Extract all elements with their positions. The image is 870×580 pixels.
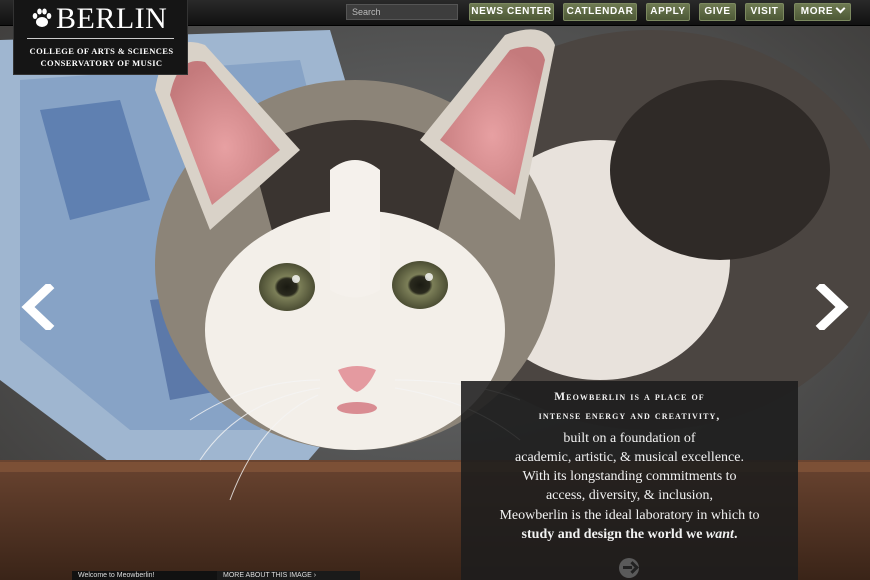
nav-visit-button[interactable]: VISIT bbox=[745, 3, 784, 21]
more-about-image-link[interactable]: MORE ABOUT THIS IMAGE › bbox=[217, 571, 360, 580]
logo-subtitle-1: COLLEGE OF ARTS & SCIENCES bbox=[29, 46, 174, 56]
hero-caption: Meowberlin is a place of intense energy … bbox=[461, 381, 798, 580]
chevron-down-icon bbox=[835, 3, 846, 14]
caption-line: access, diversity, & inclusion, bbox=[545, 488, 714, 503]
logo-divider bbox=[27, 38, 174, 39]
caption-last-line: study and design the world we want. bbox=[461, 526, 798, 544]
carousel-prev-button[interactable] bbox=[18, 284, 58, 330]
logo-subtitle-2: CONSERVATORY OF MUSIC bbox=[40, 58, 163, 68]
site-logo[interactable]: BERLIN COLLEGE OF ARTS & SCIENCES CONSER… bbox=[13, 0, 188, 75]
caption-last-suffix: . bbox=[733, 527, 738, 542]
caption-line: With its longstanding commitments to bbox=[522, 469, 737, 484]
nav-more-button[interactable]: MORE bbox=[794, 3, 851, 21]
search-input[interactable]: Search bbox=[346, 4, 458, 20]
arrow-right-circle-icon[interactable] bbox=[619, 558, 639, 578]
welcome-tab[interactable]: Welcome to Meowberlin! bbox=[72, 571, 217, 580]
caption-line: academic, artistic, & musical excellence… bbox=[515, 450, 744, 465]
nav-give-button[interactable]: GIVE bbox=[699, 3, 736, 21]
caption-line: built on a foundation of bbox=[563, 431, 696, 446]
caption-last-prefix: study and design the world we bbox=[521, 527, 706, 542]
paw-icon bbox=[32, 8, 52, 27]
caption-heading-2: intense energy and creativity, bbox=[538, 410, 721, 422]
logo-name: BERLIN bbox=[56, 2, 168, 35]
nav-more-label: MORE bbox=[800, 6, 834, 17]
caption-heading-1: Meowberlin is a place of bbox=[554, 391, 705, 403]
carousel-next-button[interactable] bbox=[812, 284, 852, 330]
caption-line: Meowberlin is the ideal laboratory in wh… bbox=[499, 508, 760, 523]
nav-apply-button[interactable]: APPLY bbox=[646, 3, 690, 21]
nav-catlendar-button[interactable]: CATLENDAR bbox=[563, 3, 637, 21]
chevron-left-icon bbox=[21, 284, 55, 330]
nav-news-center-button[interactable]: NEWS CENTER bbox=[469, 3, 554, 21]
chevron-right-icon bbox=[815, 284, 849, 330]
caption-last-emphasis: want bbox=[705, 527, 734, 542]
